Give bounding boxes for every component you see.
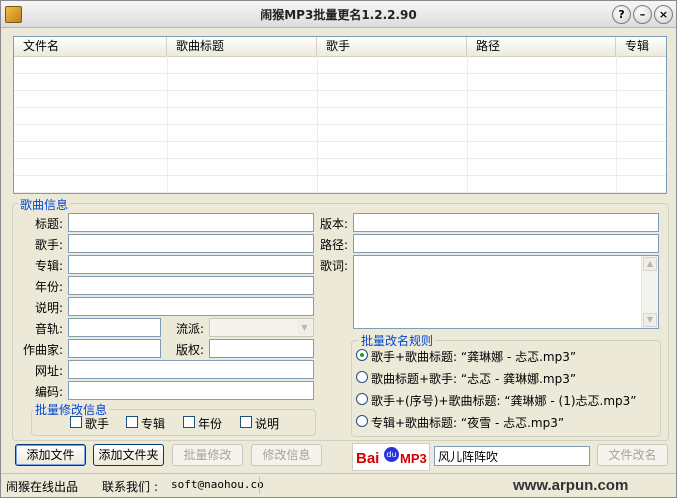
empty-row bbox=[14, 56, 666, 74]
batch-note-label: 说明 bbox=[255, 417, 280, 431]
artist-field[interactable] bbox=[68, 234, 314, 253]
status-contact-email[interactable]: soft@naohou.co bbox=[171, 478, 264, 491]
album-label: 专辑: bbox=[34, 259, 63, 273]
baidu-search-input[interactable] bbox=[434, 446, 590, 466]
empty-row bbox=[14, 90, 666, 108]
rule-artist-title-label[interactable]: 歌手+歌曲标题: “龚琳娜 - 忐忑.mp3” bbox=[371, 348, 576, 365]
batch-year-label: 年份 bbox=[198, 417, 223, 431]
title-bar: 闹猴MP3批量更名1.2.2.90 ? – × bbox=[1, 1, 676, 28]
baidu-paw-icon: du bbox=[384, 447, 399, 462]
empty-row bbox=[14, 158, 666, 176]
chevron-down-icon[interactable]: ▼ bbox=[643, 313, 657, 327]
genre-select[interactable]: ▼ bbox=[209, 318, 314, 337]
copyright-label: 版权: bbox=[175, 343, 204, 357]
window-title: 闹猴MP3批量更名1.2.2.90 bbox=[260, 8, 417, 22]
close-button[interactable]: × bbox=[654, 5, 673, 24]
help-button[interactable]: ? bbox=[612, 5, 631, 24]
rule-artist-title-radio[interactable] bbox=[356, 349, 368, 361]
song-info-legend: 歌曲信息 bbox=[18, 196, 71, 213]
lyrics-label: 歌词: bbox=[319, 259, 348, 273]
app-window: 闹猴MP3批量更名1.2.2.90 ? – × 文件名 歌曲标题 歌手 路径 专… bbox=[0, 0, 677, 498]
watermark: www.arpun.com bbox=[513, 477, 629, 494]
year-label: 年份: bbox=[34, 280, 63, 294]
minimize-button[interactable]: – bbox=[633, 5, 652, 24]
add-file-button[interactable]: 添加文件 bbox=[15, 444, 86, 466]
baidu-mp3-logo[interactable]: Bai du MP3 bbox=[352, 443, 430, 471]
version-field[interactable] bbox=[353, 213, 659, 232]
lyrics-scrollbar[interactable]: ▲ ▼ bbox=[641, 256, 658, 328]
empty-row bbox=[14, 124, 666, 142]
title-label: 标题: bbox=[34, 217, 63, 231]
path-field[interactable] bbox=[353, 234, 659, 253]
genre-label: 流派: bbox=[175, 322, 204, 336]
chevron-down-icon[interactable]: ▼ bbox=[297, 320, 312, 335]
status-bar: 闹猴在线出品 联系我们 : soft@naohou.co www.arpun.c… bbox=[1, 473, 676, 498]
url-label: 网址: bbox=[34, 364, 63, 378]
batch-album-label: 专辑 bbox=[141, 417, 166, 431]
rename-rules-legend: 批量改名规则 bbox=[359, 332, 436, 349]
batch-artist-label: 歌手 bbox=[85, 417, 110, 431]
note-field[interactable] bbox=[68, 297, 314, 316]
encoder-label: 编码: bbox=[34, 385, 63, 399]
chevron-up-icon[interactable]: ▲ bbox=[643, 257, 657, 271]
rule-artist-index-title-label[interactable]: 歌手+(序号)+歌曲标题: “龚琳娜 - (1)忐忑.mp3” bbox=[371, 392, 636, 409]
year-field[interactable] bbox=[68, 276, 314, 295]
path-label: 路径: bbox=[319, 238, 348, 252]
empty-row bbox=[14, 107, 666, 125]
album-field[interactable] bbox=[68, 255, 314, 274]
rule-album-title-label[interactable]: 专辑+歌曲标题: “夜雪 - 忐忑.mp3” bbox=[371, 414, 564, 431]
batch-year-checkbox[interactable] bbox=[183, 416, 195, 428]
rule-title-artist-label[interactable]: 歌曲标题+歌手: “忐忑 - 龚琳娜.mp3” bbox=[371, 370, 576, 387]
lyrics-textarea[interactable]: ▲ ▼ bbox=[353, 255, 659, 329]
url-field[interactable] bbox=[68, 360, 314, 379]
column-path[interactable]: 路径 bbox=[467, 37, 616, 56]
rule-album-title-radio[interactable] bbox=[356, 415, 368, 427]
copyright-field[interactable] bbox=[209, 339, 314, 358]
baidu-logo-text: Bai bbox=[356, 450, 380, 467]
empty-row bbox=[14, 141, 666, 159]
composer-field[interactable] bbox=[68, 339, 161, 358]
modify-info-button[interactable]: 修改信息 bbox=[251, 444, 322, 466]
rule-title-artist-radio[interactable] bbox=[356, 371, 368, 383]
baidu-mp3-text: MP3 bbox=[400, 451, 427, 466]
version-label: 版本: bbox=[319, 217, 348, 231]
column-album[interactable]: 专辑 bbox=[616, 37, 666, 56]
file-list-header: 文件名 歌曲标题 歌手 路径 专辑 bbox=[14, 37, 666, 57]
batch-modify-button[interactable]: 批量修改 bbox=[172, 444, 243, 466]
empty-row bbox=[14, 175, 666, 193]
file-list[interactable]: 文件名 歌曲标题 歌手 路径 专辑 bbox=[13, 36, 667, 194]
column-song-title[interactable]: 歌曲标题 bbox=[167, 37, 317, 56]
encoder-field[interactable] bbox=[68, 381, 314, 400]
status-divider bbox=[259, 476, 260, 494]
add-folder-button[interactable]: 添加文件夹 bbox=[93, 444, 164, 466]
status-contact-label: 联系我们 : bbox=[102, 480, 158, 494]
track-field[interactable] bbox=[68, 318, 161, 337]
artist-label: 歌手: bbox=[34, 238, 63, 252]
empty-row bbox=[14, 73, 666, 91]
status-company: 闹猴在线出品 bbox=[6, 480, 79, 494]
batch-artist-checkbox[interactable] bbox=[70, 416, 82, 428]
column-filename[interactable]: 文件名 bbox=[14, 37, 167, 56]
track-label: 音轨: bbox=[34, 322, 63, 336]
note-label: 说明: bbox=[34, 301, 63, 315]
rename-files-button[interactable]: 文件改名 bbox=[597, 444, 668, 466]
rule-artist-index-title-radio[interactable] bbox=[356, 393, 368, 405]
batch-note-checkbox[interactable] bbox=[240, 416, 252, 428]
title-field[interactable] bbox=[68, 213, 314, 232]
batch-album-checkbox[interactable] bbox=[126, 416, 138, 428]
column-artist[interactable]: 歌手 bbox=[317, 37, 467, 56]
composer-label: 作曲家: bbox=[22, 343, 63, 357]
